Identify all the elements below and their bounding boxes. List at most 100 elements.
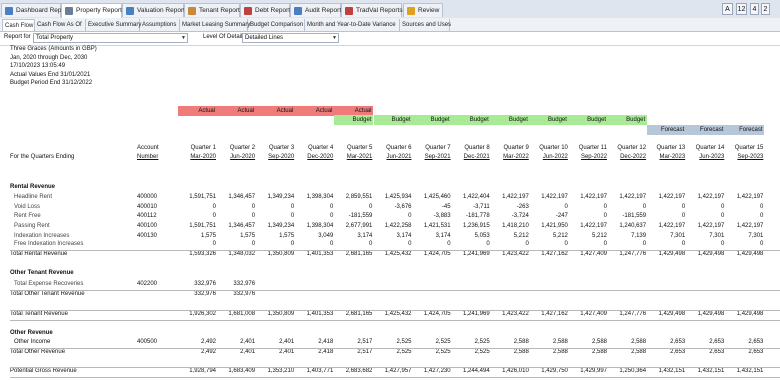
value-cell: 2,588 [513,339,529,345]
value-cell: 7,301 [748,233,764,239]
value-cell: 332,976 [233,291,256,297]
band-forecast: Forecast [686,125,726,135]
tradval-icon [345,7,353,15]
total-rule [10,367,780,368]
value-cell: 1,429,997 [580,368,607,374]
value-cell: 1,426,010 [502,368,529,374]
value-cell: 1,429,498 [736,251,764,257]
value-cell: 1,241,969 [462,251,490,257]
report-for-value: Total Property [36,35,74,41]
quarter-label: Quarter 13 [656,145,686,151]
subtab-budget-comparison[interactable]: Budget Comparison [248,19,305,31]
toolbar-button-4[interactable]: 4 [750,3,759,15]
section-heading: Rental Revenue [10,184,56,190]
subtab-month-and-year-to-date-variance[interactable]: Month and Year-to-Date Variance [305,19,400,31]
tab-tradval-reports[interactable]: TradVal Reports [341,3,403,17]
quarter-label: Quarter 9 [503,145,529,151]
value-cell: 1,681,008 [228,311,256,317]
toolbar-button-12[interactable]: 12 [736,3,747,15]
toolbar-button-2[interactable]: 2 [761,3,770,15]
subtab-assumptions[interactable]: Assumptions [140,19,180,31]
value-cell: -45 [441,204,451,210]
value-cell: 0 [603,241,607,247]
value-cell: 1,401,353 [306,311,334,317]
level-of-detail-select[interactable]: Detailed Lines ▼ [242,33,339,43]
value-cell: 1,349,234 [267,223,295,229]
value-cell: 2,653 [748,349,764,355]
value-cell: 2,525 [474,349,490,355]
subtab-market-leasing-summary[interactable]: Market Leasing Summary [180,19,250,31]
tab-property-reports[interactable]: Property Reports [61,3,125,18]
report-for-select[interactable]: Total Property ▼ [33,33,188,43]
subtab-executive-summary[interactable]: Executive Summary [86,19,141,31]
quarter-label: Quarter 3 [268,145,295,151]
line-item-label: Headline Rent [14,194,53,200]
audit-icon [294,7,302,15]
value-cell: 1,346,457 [228,223,256,229]
value-cell: 2,588 [513,349,529,355]
subtab-cash-flow-as-of[interactable]: Cash Flow As Of [35,19,86,31]
value-cell: 1,398,304 [306,223,334,229]
value-cell: -263 [516,204,529,210]
value-cell: 2,653 [709,339,725,345]
quarter-date: Sep-2022 [580,154,607,160]
subtab-cash-flow[interactable]: Cash Flow [2,19,35,31]
line-item-label: Free Indexation Increases [14,241,84,247]
value-cell: 1,429,498 [697,311,725,317]
value-cell: -3,883 [433,213,451,219]
value-cell: 1,422,197 [736,194,764,200]
value-cell: 1,398,304 [306,194,334,200]
quarter-date: Dec-2021 [463,154,490,160]
number-header-label: Number [137,154,159,160]
value-cell: -3,724 [511,213,529,219]
tab-tenant-reports[interactable]: Tenant Reports [184,3,243,17]
value-cell: 1,591,751 [189,194,216,200]
toolbar-button-A[interactable]: A [722,3,733,15]
band-budget: Budget [608,115,648,125]
value-cell: 5,212 [513,233,529,239]
band-budget: Budget [334,115,374,125]
value-cell: 2,588 [591,349,607,355]
value-cell: 0 [290,213,295,219]
account-number: 400000 [137,194,158,200]
value-cell: 1,424,705 [423,311,451,317]
quarter-date: Mar-2022 [503,154,529,160]
tab-audit-reports[interactable]: Audit Reports [290,3,344,17]
value-cell: -3,711 [473,204,490,210]
subtab-sources-and-uses[interactable]: Sources and Uses [400,19,451,31]
value-cell: 0 [290,241,295,247]
tab-debt-reports[interactable]: Debt Reports [240,3,293,17]
dashboard-icon [5,7,13,15]
value-cell: 1,429,498 [658,311,686,317]
value-cell: 1,250,364 [619,368,647,374]
quarter-label: Quarter 5 [347,145,373,151]
value-cell: 2,588 [552,339,568,345]
report-header-line: Three Graces (Amounts in GBP) [10,46,97,52]
value-cell: 1,422,197 [580,223,607,229]
value-cell: 0 [642,204,647,210]
band-actual: Actual [295,106,335,116]
value-cell: 0 [564,241,568,247]
total-row-label: Total Other Tenant Revenue [10,291,85,297]
line-item-label: Passing Rent [14,223,50,229]
tab-valuation-reports[interactable]: Valuation Reports [122,3,188,17]
value-cell: 1,427,162 [541,251,568,257]
value-cell: 1,432,151 [697,368,725,374]
tab-dashboard-reports[interactable]: Dashboard Reports [1,3,72,17]
row-header-label: For the Quarters Ending [10,154,75,160]
tab-review[interactable]: Review [403,3,443,17]
band-budget: Budget [490,115,530,125]
value-cell: 1,423,422 [502,251,529,257]
value-cell: 2,525 [474,339,490,345]
quarter-label: Quarter 15 [734,145,764,151]
account-number: 400010 [137,204,158,210]
value-cell: 2,653 [748,339,764,345]
quarter-date: Jun-2022 [542,154,568,160]
value-cell: 2,653 [670,339,686,345]
value-cell: 0 [251,241,256,247]
value-cell: 332,976 [194,291,216,297]
value-cell: 0 [290,204,295,210]
value-cell: 1,429,498 [658,251,686,257]
quarter-label: Quarter 6 [386,145,412,151]
value-cell: 2,418 [318,339,334,345]
